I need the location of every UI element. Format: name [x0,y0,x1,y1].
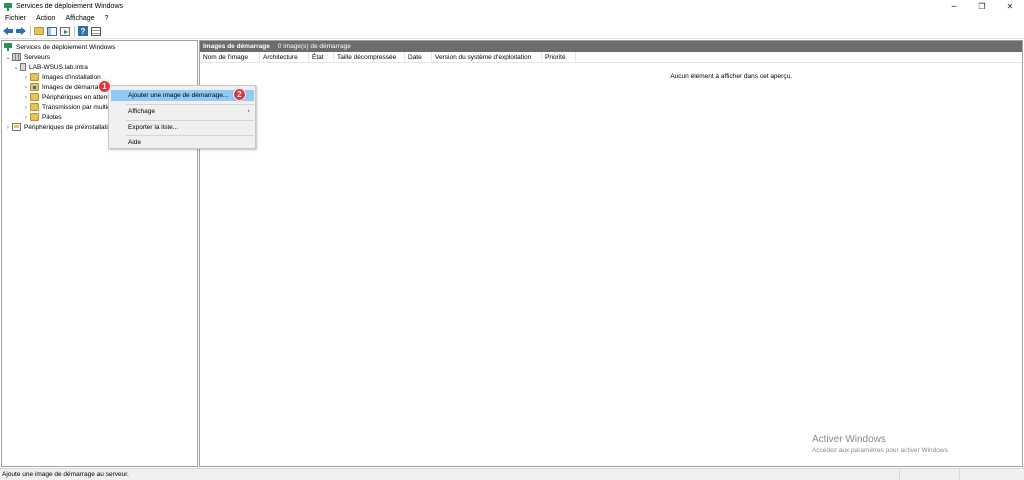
tree-item-label: Serveurs [24,53,51,61]
column-header-date[interactable]: Date [405,52,432,63]
tree-item-label: Images de démarrage [42,83,106,91]
tree-item-servers[interactable]: ⌄ Serveurs [4,52,50,62]
folder-up-icon [34,27,44,35]
tree-item-label: Images d'installation [42,73,101,81]
details-header: Images de démarrage 0 image(s) de démarr… [200,41,1022,52]
column-header-architecture[interactable]: Architecture [260,52,309,63]
folder-icon [30,93,39,101]
menu-affichage[interactable]: Affichage [60,13,99,24]
toolbar: ? [0,24,1024,39]
forward-button[interactable] [15,25,27,37]
step-badge-2: 2 [233,88,246,101]
window-title: Services de déploiement Windows [16,3,123,10]
column-headers: Nom de l'image Architecture État Taille … [200,52,1022,63]
menu-item-label: Exporter la liste... [128,124,179,131]
tree-item-drivers[interactable]: › Pilotes [22,112,62,122]
window-controls: ─ ❐ ✕ [940,0,1024,13]
wds-icon [4,43,13,51]
tree-item-pending-devices[interactable]: › Périphériques en attente [22,92,113,102]
status-text: Ajoute une image de démarrage au serveur… [0,469,900,480]
step-badge-1: 1 [98,80,111,93]
column-header-name[interactable]: Nom de l'image [200,52,260,63]
collapse-twisty[interactable]: › [22,92,30,102]
details-pane[interactable]: Images de démarrage 0 image(s) de démarr… [199,40,1023,467]
column-header-size[interactable]: Taille décompressée [334,52,405,63]
menu-separator [126,120,254,121]
menu-separator [126,135,254,136]
status-segment [900,469,960,480]
toolbar-separator [30,25,31,37]
menu-item-label: Aide [128,139,142,146]
tree-item-install-images[interactable]: › Images d'installation [22,72,101,82]
minimize-button[interactable]: ─ [940,0,968,13]
collapse-twisty[interactable]: › [22,102,30,112]
menu-view[interactable]: Affichage › [111,106,254,117]
device-icon [12,123,21,131]
menu-separator [126,104,254,105]
properties-button[interactable] [90,25,102,37]
menu-bar: Fichier Action Affichage ? [0,13,1024,24]
details-title: Images de démarrage [203,43,270,50]
column-header-priority[interactable]: Priorité [542,52,576,63]
collapse-twisty[interactable]: › [22,72,30,82]
collapse-twisty[interactable]: › [22,112,30,122]
arrow-left-icon [3,27,13,35]
collapse-twisty[interactable]: › [22,82,30,92]
watermark-subtitle: Accédez aux paramètres pour activer Wind… [812,447,950,454]
column-header-os-version[interactable]: Version du système d'exploitation [432,52,542,63]
export-icon [60,26,70,36]
folder-icon [30,113,39,121]
collapse-twisty[interactable]: › [4,122,12,132]
menu-action[interactable]: Action [31,13,60,24]
menu-help[interactable]: Aide [111,137,254,148]
activation-watermark: Activer Windows Accédez aux paramètres p… [812,434,950,454]
menu-item-label: Ajouter une image de démarrage... [128,92,229,99]
close-button[interactable]: ✕ [996,0,1024,13]
wds-app-icon [4,2,12,11]
submenu-arrow-icon: › [247,107,250,115]
status-segment [960,469,1022,480]
tree-item-boot-images[interactable]: › Images de démarrage [22,82,106,92]
tree-item-server[interactable]: ⌄ LAB-WSUS.lab.intra [12,62,88,72]
help-button[interactable]: ? [77,25,89,37]
folder-icon [30,73,39,81]
expand-twisty[interactable]: ⌄ [4,52,12,62]
restore-button[interactable]: ❐ [968,0,996,13]
menu-item-label: Affichage [128,108,155,115]
show-pane-icon [47,26,57,36]
column-header-state[interactable]: État [309,52,334,63]
menu-help[interactable]: ? [100,13,114,24]
empty-list-message: Aucun élément à afficher dans cet aperçu… [670,73,792,80]
export-list-button[interactable] [59,25,71,37]
menu-export-list[interactable]: Exporter la liste... [111,122,254,133]
tree-item-label: Services de déploiement Windows [16,43,116,51]
watermark-title: Activer Windows [812,434,886,445]
show-hide-tree-button[interactable] [46,25,58,37]
expand-twisty[interactable]: ⌄ [12,62,20,72]
help-icon: ? [78,26,88,36]
folder-icon [30,103,39,111]
tree-item-label: LAB-WSUS.lab.intra [29,63,88,71]
properties-icon [91,26,101,36]
tree-item-root[interactable]: Services de déploiement Windows [4,42,115,52]
arrow-right-icon [16,27,26,35]
back-button[interactable] [2,25,14,37]
status-bar: Ajoute une image de démarrage au serveur… [0,468,1024,480]
servers-icon [12,53,21,61]
tree-item-label: Périphériques en attente [42,93,113,101]
details-count: 0 image(s) de démarrage [277,43,351,50]
boot-folder-icon [30,83,39,91]
up-one-level-button[interactable] [33,25,45,37]
toolbar-separator [74,25,75,37]
menu-fichier[interactable]: Fichier [0,13,31,24]
title-bar: Services de déploiement Windows ─ ❐ ✕ [0,0,1024,13]
tree-item-prestaged-devices[interactable]: › Périphériques de préinstallation [4,122,115,132]
tree-item-label: Périphériques de préinstallation [24,123,116,131]
tree-item-label: Pilotes [42,113,62,121]
server-icon [20,63,26,71]
